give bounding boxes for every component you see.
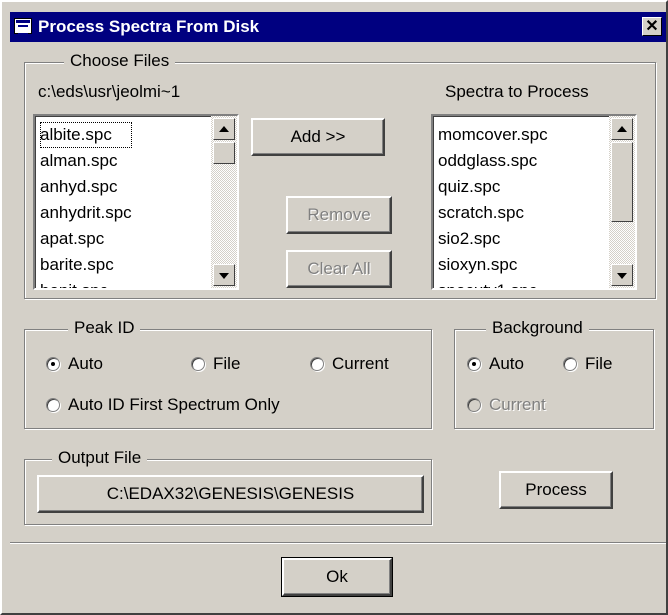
spectra-list-item[interactable]: sioxyn.spc: [438, 252, 548, 278]
scroll-down-button[interactable]: [213, 264, 235, 286]
file-list-item[interactable]: alman.spc: [40, 148, 132, 174]
spectra-list-item[interactable]: sio2.spc: [438, 226, 548, 252]
add-button[interactable]: Add >>: [251, 118, 385, 156]
file-list-item[interactable]: benit.spc: [40, 278, 132, 288]
file-list-item[interactable]: anhydrit.spc: [40, 200, 132, 226]
window-title: Process Spectra From Disk: [38, 17, 260, 36]
background-group: [454, 329, 654, 429]
spectra-to-process-label: Spectra to Process: [445, 82, 589, 101]
app-icon: [14, 18, 32, 35]
scroll-down-button[interactable]: [611, 264, 633, 286]
arrow-down-icon: [219, 273, 229, 279]
spectra-list-item[interactable]: specuty1.spc: [438, 278, 548, 288]
radio-label: Auto: [68, 354, 103, 373]
close-icon: ✕: [645, 18, 659, 35]
file-list-item[interactable]: anhyd.spc: [40, 174, 132, 200]
radio-label: Current: [489, 395, 546, 414]
radio-label: File: [585, 354, 613, 373]
radio-icon: [46, 398, 60, 412]
files-listbox[interactable]: albite.spc alman.spc anhyd.spc anhydrit.…: [33, 114, 239, 290]
file-list-item[interactable]: barite.spc: [40, 252, 132, 278]
radio-selected-icon: [46, 357, 60, 371]
scroll-up-button[interactable]: [611, 118, 633, 140]
spectra-list-item[interactable]: quiz.spc: [438, 174, 548, 200]
files-scrollbar[interactable]: [211, 116, 237, 288]
output-file-path-button[interactable]: C:\EDAX32\GENESIS\GENESIS: [37, 475, 424, 513]
radio-label: Current: [332, 354, 389, 373]
close-button[interactable]: ✕: [642, 17, 662, 36]
spectra-list-item[interactable]: oddglass.spc: [438, 148, 548, 174]
scroll-thumb[interactable]: [611, 142, 633, 222]
arrow-up-icon: [617, 126, 627, 132]
radio-label: Auto: [489, 354, 524, 373]
spectra-list-item[interactable]: scratch.spc: [438, 200, 548, 226]
scroll-up-button[interactable]: [213, 118, 235, 140]
choose-files-legend: Choose Files: [64, 51, 176, 71]
process-button[interactable]: Process: [499, 471, 613, 509]
remove-button[interactable]: Remove: [286, 196, 392, 234]
radio-icon: [467, 398, 481, 412]
arrow-up-icon: [219, 126, 229, 132]
spectra-list-items: momcover.spc oddglass.spc quiz.spc scrat…: [438, 122, 548, 288]
peak-id-legend: Peak ID: [68, 318, 141, 338]
files-list-items: albite.spc alman.spc anhyd.spc anhydrit.…: [40, 122, 132, 288]
radio-icon: [563, 357, 577, 371]
clear-all-button[interactable]: Clear All: [286, 250, 392, 288]
title-bar: Process Spectra From Disk ✕: [10, 12, 666, 42]
radio-selected-icon: [467, 357, 481, 371]
radio-icon: [310, 357, 324, 371]
output-file-legend: Output File: [52, 448, 148, 468]
spectra-listbox[interactable]: momcover.spc oddglass.spc quiz.spc scrat…: [431, 114, 637, 290]
file-list-item[interactable]: apat.spc: [40, 226, 132, 252]
current-directory-path: c:\eds\usr\jeolmi~1: [38, 82, 181, 101]
spectra-scrollbar[interactable]: [609, 116, 635, 288]
radio-label: File: [213, 354, 241, 373]
separator: [10, 542, 666, 544]
process-spectra-dialog: Process Spectra From Disk ✕ Choose Files…: [0, 0, 668, 615]
ok-button[interactable]: Ok: [281, 557, 393, 597]
arrow-down-icon: [617, 273, 627, 279]
radio-icon: [191, 357, 205, 371]
file-list-item[interactable]: albite.spc: [40, 122, 132, 148]
spectra-list-item[interactable]: momcover.spc: [438, 122, 548, 148]
background-legend: Background: [486, 318, 589, 338]
scroll-thumb[interactable]: [213, 142, 235, 164]
radio-label: Auto ID First Spectrum Only: [68, 395, 280, 414]
